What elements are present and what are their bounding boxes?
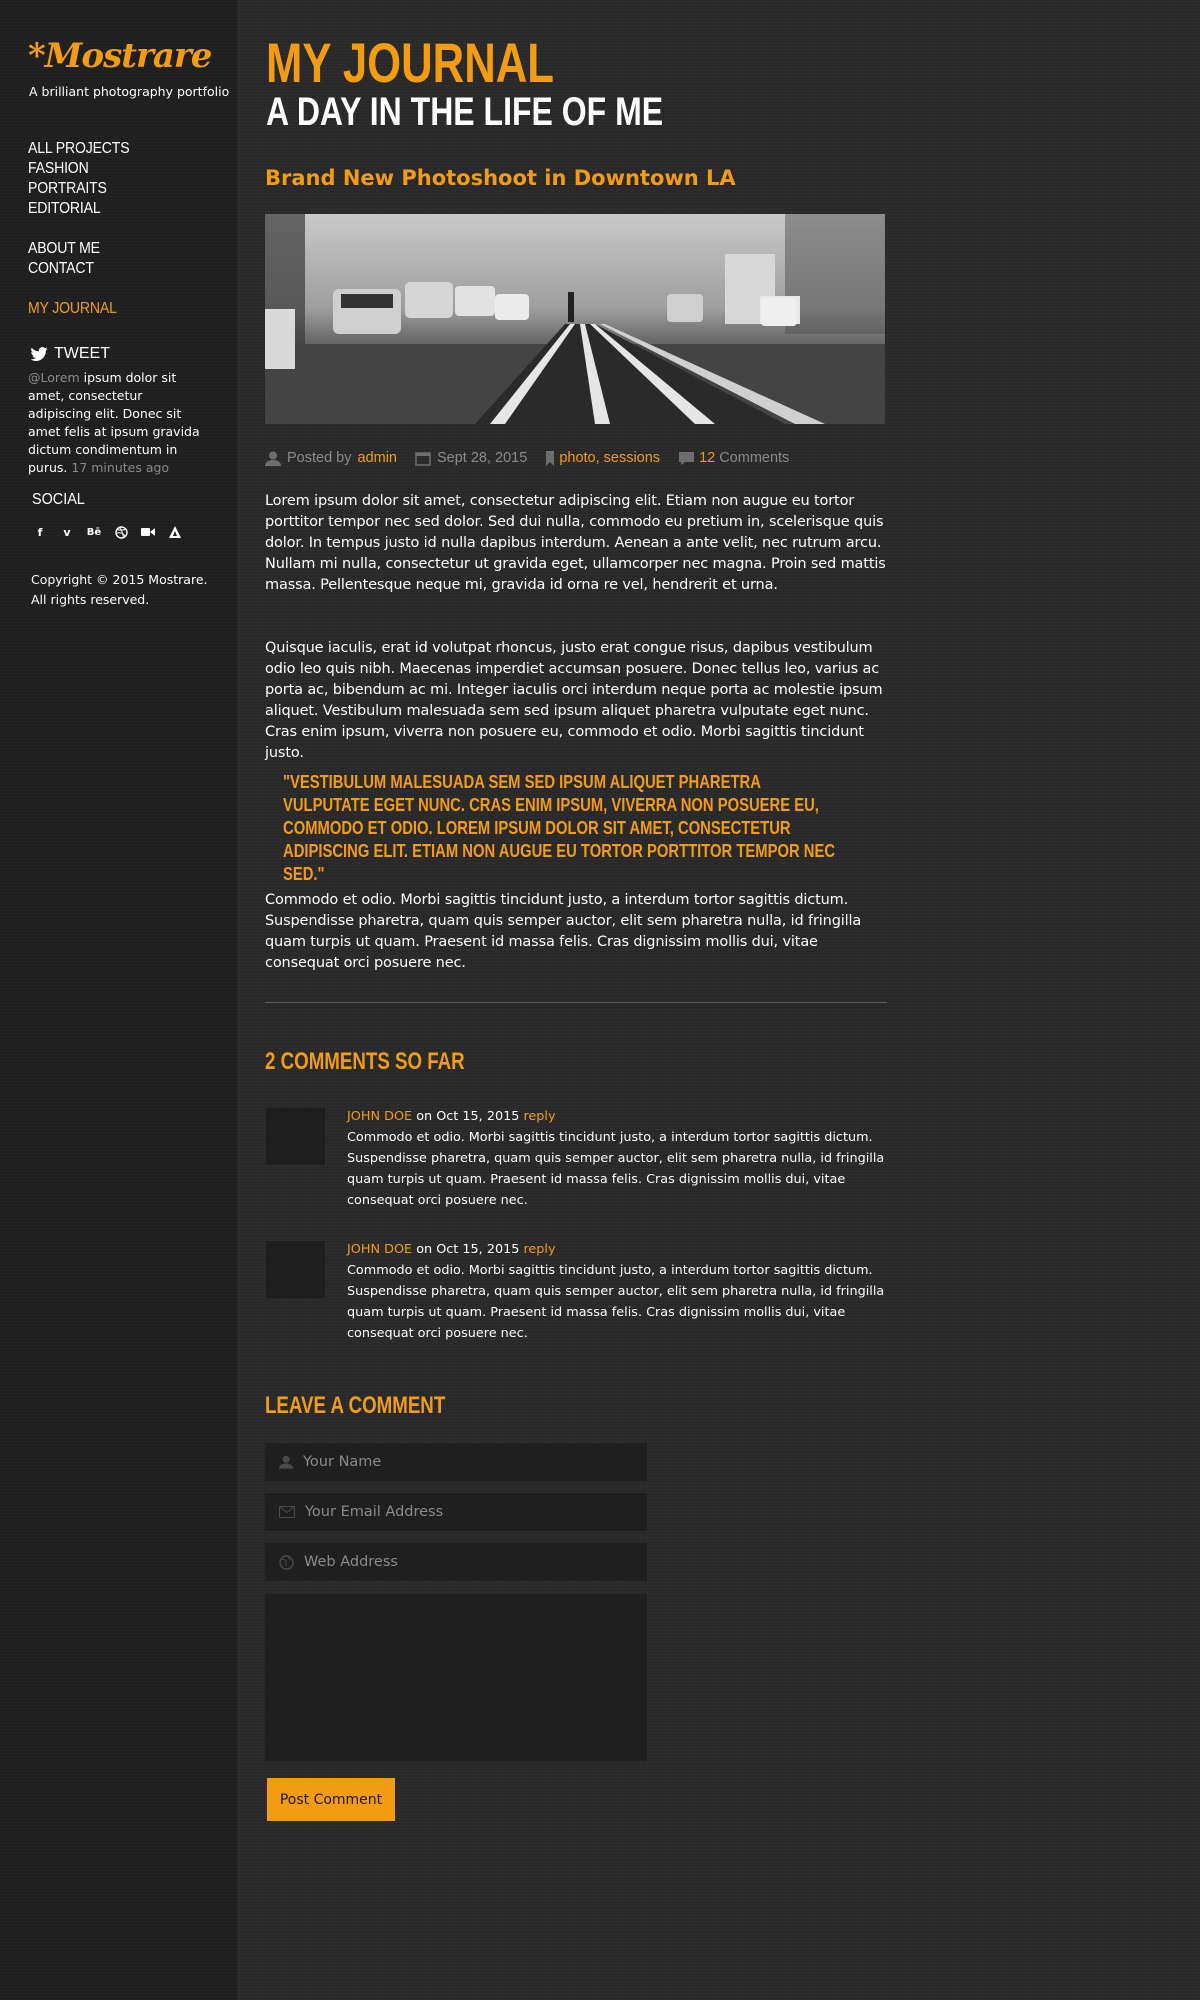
meta-comments: 12 Comments (678, 450, 789, 466)
meta-date-text: Sept 28, 2015 (437, 450, 528, 466)
video-icon[interactable] (140, 524, 156, 540)
nav-about-me[interactable]: ABOUT ME (28, 239, 100, 259)
triangle-logo-icon[interactable] (167, 524, 183, 540)
email-field[interactable]: Your Email Address (265, 1493, 647, 1531)
comments-heading: 2 COMMENTS SO FAR (265, 1048, 465, 1075)
site-logo[interactable]: *Mostrare (28, 36, 212, 76)
leave-comment-heading: LEAVE A COMMENT (265, 1392, 446, 1419)
speech-bubble-icon (679, 451, 695, 465)
name-field[interactable]: Your Name (265, 1443, 647, 1481)
website-field[interactable]: Web Address (265, 1543, 647, 1581)
tweet-handle[interactable]: @Lorem (28, 370, 80, 385)
vimeo-icon[interactable]: v (59, 524, 75, 540)
avatar (266, 1241, 325, 1298)
meta-tags: photo, sessions (545, 450, 660, 466)
copyright-line1: Copyright © 2015 Mostrare. (31, 572, 208, 587)
copyright-line2: All rights reserved. (31, 592, 150, 607)
page-subtitle: A DAY IN THE LIFE OF ME (266, 90, 664, 134)
comment-textarea[interactable] (265, 1594, 647, 1761)
meta-tag-photo[interactable]: photo (559, 450, 595, 466)
meta-comment-count[interactable]: 12 (699, 450, 715, 466)
nav-contact[interactable]: CONTACT (28, 259, 100, 279)
reply-link[interactable]: reply (523, 1242, 555, 1257)
info-nav: ABOUT ME CONTACT (28, 239, 110, 279)
avatar (266, 1108, 325, 1165)
comment-date: on Oct 15, 2015 (412, 1109, 524, 1124)
meta-tag-sessions[interactable]: sessions (604, 450, 660, 466)
nav-portraits[interactable]: PORTRAITS (28, 179, 129, 199)
calendar-icon (415, 451, 431, 466)
envelope-icon (279, 1506, 295, 1518)
page-title: MY JOURNAL (266, 31, 555, 94)
nav-all-projects[interactable]: ALL PROJECTS (28, 139, 130, 159)
reply-link[interactable]: reply (523, 1109, 555, 1124)
comment-body: JOHN DOE on Oct 15, 2015 reply Commodo e… (347, 1239, 887, 1344)
dribbble-icon[interactable] (113, 524, 129, 540)
journal-nav: MY JOURNAL (28, 299, 129, 319)
sidebar: *Mostrare A brilliant photography portfo… (0, 0, 237, 2000)
post-paragraph-2: Quisque iaculis, erat id volutpat rhoncu… (265, 640, 883, 761)
tweet-text: @Lorem ipsum dolor sit amet, consectetur… (28, 369, 208, 477)
comment-author[interactable]: JOHN DOE (347, 1109, 412, 1124)
meta-comments-label[interactable]: Comments (719, 450, 789, 466)
name-placeholder: Your Name (303, 1454, 382, 1470)
comment-body: JOHN DOE on Oct 15, 2015 reply Commodo e… (347, 1106, 887, 1211)
meta-date: Sept 28, 2015 (415, 450, 527, 466)
nav-editorial[interactable]: EDITORIAL (28, 199, 129, 219)
meta-author-link[interactable]: admin (358, 450, 398, 466)
section-divider (265, 1002, 887, 1003)
comment-header: JOHN DOE on Oct 15, 2015 reply (347, 1239, 887, 1260)
nav-fashion[interactable]: FASHION (28, 159, 129, 179)
tweet-heading: TWEET (30, 345, 110, 363)
social-icons: f v Bē (32, 524, 183, 540)
twitter-bird-icon (30, 347, 48, 361)
comment-text: Commodo et odio. Morbi sagittis tincidun… (347, 1130, 885, 1208)
tweet-time: 17 minutes ago (67, 460, 170, 475)
meta-posted-by-label: Posted by (287, 450, 352, 466)
site-tagline: A brilliant photography portfolio (29, 84, 230, 99)
post-blockquote: "VESTIBULUM MALESUADA SEM SED IPSUM ALIQ… (283, 771, 836, 884)
comment-text: Commodo et odio. Morbi sagittis tincidun… (347, 1263, 885, 1341)
post-meta: Posted by admin Sept 28, 2015 photo, ses… (265, 450, 807, 466)
post-title[interactable]: Brand New Photoshoot in Downtown LA (265, 166, 736, 190)
bookmark-icon (546, 450, 555, 466)
post-paragraph-1: Lorem ipsum dolor sit amet, consectetur … (265, 493, 886, 593)
post-paragraph-3: Commodo et odio. Morbi sagittis tincidun… (265, 892, 862, 971)
portfolio-nav: ALL PROJECTS FASHION PORTRAITS EDITORIAL (28, 139, 143, 219)
comment-date: on Oct 15, 2015 (412, 1242, 524, 1257)
email-placeholder: Your Email Address (305, 1504, 444, 1520)
post-featured-image[interactable] (265, 214, 885, 424)
user-icon (279, 1455, 293, 1469)
behance-icon[interactable]: Bē (86, 524, 102, 540)
user-icon (265, 451, 281, 466)
social-heading: SOCIAL (32, 491, 85, 508)
facebook-icon[interactable]: f (32, 524, 48, 540)
nav-my-journal[interactable]: MY JOURNAL (28, 299, 117, 319)
comment-author[interactable]: JOHN DOE (347, 1242, 412, 1257)
tweet-heading-label: TWEET (54, 345, 110, 362)
meta-author: Posted by admin (265, 450, 397, 466)
globe-icon (279, 1554, 294, 1570)
copyright: Copyright © 2015 Mostrare. All rights re… (31, 570, 207, 610)
website-placeholder: Web Address (304, 1554, 398, 1570)
comment-header: JOHN DOE on Oct 15, 2015 reply (347, 1106, 887, 1127)
post-comment-button[interactable]: Post Comment (267, 1778, 395, 1821)
meta-tag-separator: , (595, 450, 600, 466)
